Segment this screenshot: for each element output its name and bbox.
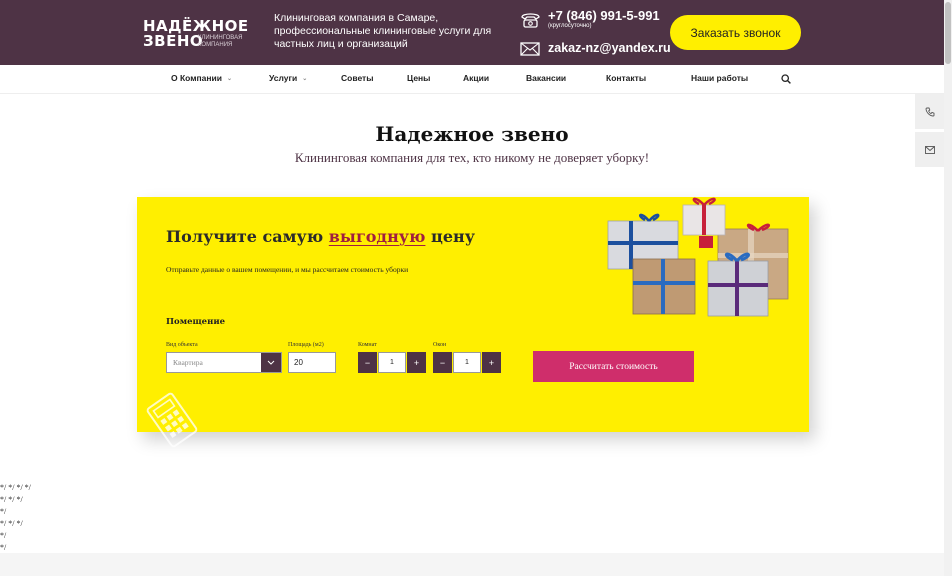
stray-text-line: */	[0, 543, 7, 552]
site-logo[interactable]: НАДЁЖНОЕ ЗВЕНО клининговая компания	[143, 17, 248, 51]
stray-text-line: */ */ */	[0, 519, 23, 528]
chevron-down-icon: ⌄	[302, 76, 308, 82]
scrollbar-thumb[interactable]	[945, 2, 951, 64]
search-icon[interactable]	[781, 74, 791, 84]
header-phone[interactable]: +7 (846) 991-5-991	[548, 8, 660, 23]
rooms-plus-button[interactable]: +	[407, 352, 426, 373]
object-type-label: Вид объекта	[166, 342, 198, 348]
chevron-down-icon	[261, 353, 281, 372]
logo-line-2: ЗВЕНО	[143, 32, 204, 50]
rooms-value[interactable]: 1	[378, 352, 406, 373]
nav-label: О Компании	[171, 73, 222, 83]
mail-icon	[520, 42, 540, 56]
windows-minus-button[interactable]: −	[433, 352, 452, 373]
main-nav: О Компании ⌄ Услуги ⌄ Советы Цены Акции Ва…	[0, 65, 944, 94]
title-highlight: выгодную	[328, 227, 426, 246]
header-tagline: Клининговая компания в Самаре, профессио…	[274, 12, 492, 50]
title-part: Получите самую	[166, 227, 324, 246]
order-call-button[interactable]: Заказать звонок	[670, 15, 801, 50]
nav-item-prices[interactable]: Цены	[407, 73, 430, 83]
logo-subtitle: клининговая компания	[198, 35, 243, 48]
gift-boxes-image	[607, 197, 789, 317]
section-label-premises: Помещение	[166, 317, 226, 327]
footer-band	[0, 553, 944, 576]
nav-item-tips[interactable]: Советы	[341, 73, 373, 83]
object-type-value: Квартира	[173, 358, 203, 367]
calculator-title: Получите самую выгодную цену	[166, 227, 475, 246]
nav-item-contacts[interactable]: Контакты	[606, 73, 646, 83]
nav-label: Услуги	[269, 73, 298, 83]
price-calculator-card: Получите самую выгодную цену Отправьте д…	[137, 197, 809, 448]
rooms-minus-button[interactable]: −	[358, 352, 377, 373]
nav-item-promotions[interactable]: Акции	[463, 73, 489, 83]
stray-text-line: */	[0, 531, 7, 540]
page-scrollbar[interactable]	[944, 0, 952, 576]
phone-icon	[925, 107, 934, 116]
windows-value[interactable]: 1	[453, 352, 481, 373]
area-label: Площадь (м2)	[288, 342, 324, 348]
calculate-price-button[interactable]: Рассчитать стоимость	[533, 351, 694, 382]
stray-text-line: */ */ */ */	[0, 483, 31, 492]
phone-hours-note: (круглосуточно)	[548, 23, 592, 29]
header-email[interactable]: zakaz-nz@yandex.ru	[548, 41, 671, 55]
page-subtitle: Клининговая компания для тех, кто никому…	[294, 150, 650, 165]
calculator-description: Отправьте данные о вашем помещении, и мы…	[166, 265, 409, 274]
object-type-select[interactable]: Квартира	[166, 352, 282, 373]
nav-item-about[interactable]: О Компании ⌄	[171, 73, 232, 83]
nav-item-our-works[interactable]: Наши работы	[691, 73, 748, 83]
title-part: цену	[431, 227, 475, 246]
stray-text-line: */ */ */	[0, 495, 23, 504]
chevron-down-icon: ⌄	[226, 76, 233, 82]
nav-item-services[interactable]: Услуги ⌄	[269, 73, 307, 83]
page-title: Надежное звено	[375, 122, 569, 146]
rooms-label: Комнат	[358, 342, 377, 348]
windows-plus-button[interactable]: +	[482, 352, 501, 373]
stray-text-line: */	[0, 507, 7, 516]
nav-item-vacancies[interactable]: Вакансии	[526, 73, 566, 83]
windows-label: Окон	[433, 342, 447, 348]
calculator-icon	[146, 392, 198, 448]
site-header: НАДЁЖНОЕ ЗВЕНО клининговая компания Клин…	[0, 0, 944, 65]
area-input[interactable]: 20	[288, 352, 336, 373]
phone-icon	[521, 13, 540, 28]
